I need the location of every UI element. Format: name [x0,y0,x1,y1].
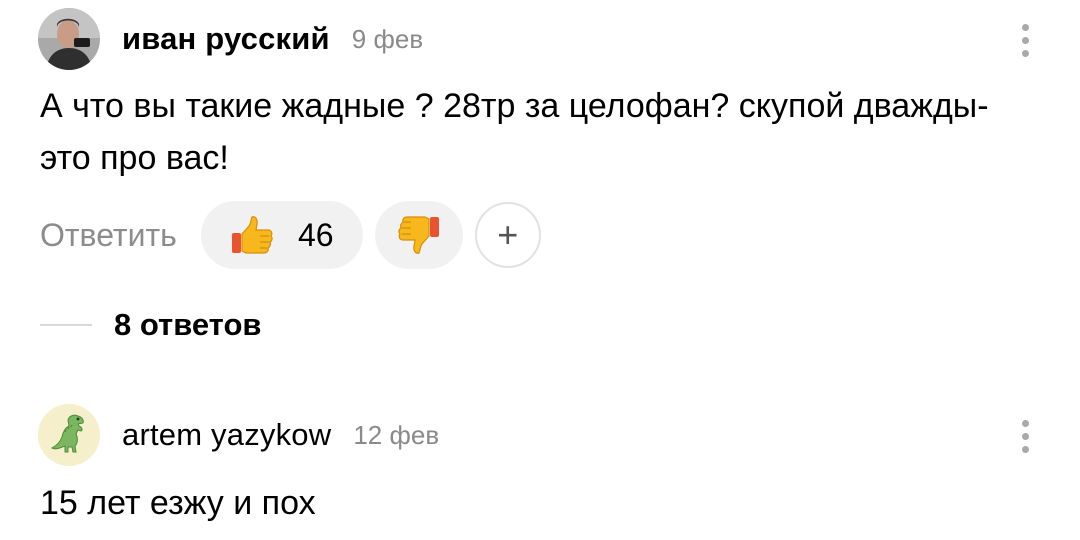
replies-divider [40,324,92,326]
comment-actions: Ответить 46 + [40,200,541,270]
user-photo-avatar-icon [38,8,100,70]
comment-text: 15 лет езжу и пох [40,484,316,522]
author-name[interactable]: artem yazykow [122,417,331,453]
more-options-button[interactable] [1020,420,1030,453]
comment-header: иван русский 9 фев [38,8,423,70]
dot [1021,446,1029,453]
more-options-button[interactable] [1020,24,1030,57]
comment-header: artem yazykow 12 фев [38,404,439,466]
dislike-button[interactable] [374,201,463,269]
avatar[interactable] [38,404,100,466]
replies-count: 8 ответов [114,307,262,342]
dot [1021,420,1029,427]
dot [1021,37,1029,44]
comment-text: А что вы такие жадные ? 28тр за целофан?… [40,87,989,177]
dinosaur-avatar-icon [38,404,100,466]
thumbs-down-icon [398,216,439,254]
like-button[interactable]: 46 [200,201,363,269]
avatar[interactable] [38,8,100,70]
show-replies-button[interactable]: 8 ответов [40,300,261,350]
author-name[interactable]: иван русский [122,21,330,57]
add-reaction-button[interactable]: + [474,202,541,268]
thumbs-up-icon [231,216,273,254]
comment-date: 12 фев [353,419,440,450]
comments-feed: иван русский 9 фев А что вы такие жадные… [0,0,1080,540]
reply-button[interactable]: Ответить [40,217,177,254]
dot [1021,24,1029,31]
like-count: 46 [297,216,334,253]
dot [1021,50,1029,57]
comment-date: 9 фев [351,23,424,54]
dot [1021,433,1029,440]
